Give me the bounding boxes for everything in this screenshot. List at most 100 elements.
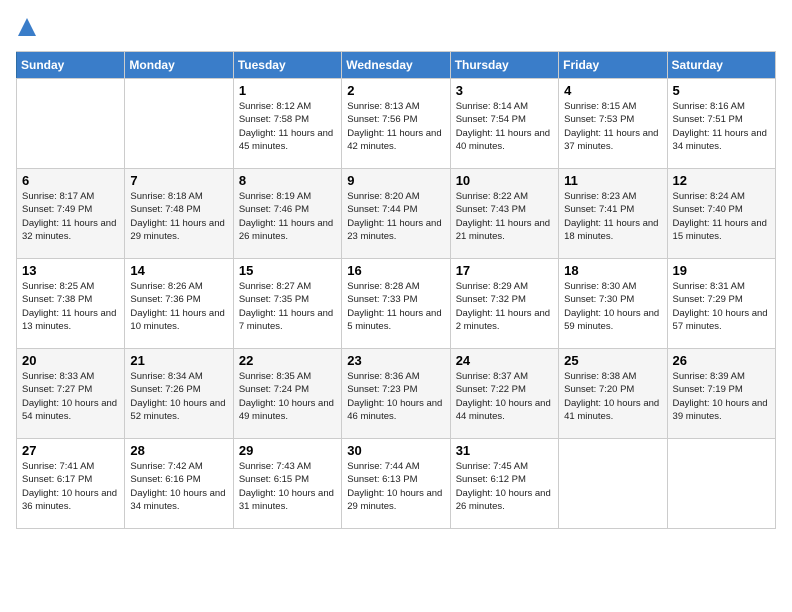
- day-number: 27: [22, 443, 119, 458]
- day-number: 13: [22, 263, 119, 278]
- day-info: Sunrise: 8:13 AM Sunset: 7:56 PM Dayligh…: [347, 100, 444, 153]
- day-info: Sunrise: 8:39 AM Sunset: 7:19 PM Dayligh…: [673, 370, 770, 423]
- logo: [16, 16, 40, 43]
- calendar-cell: 26 Sunrise: 8:39 AM Sunset: 7:19 PM Dayli…: [667, 349, 775, 439]
- calendar-week-5: 27 Sunrise: 7:41 AM Sunset: 6:17 PM Dayli…: [17, 439, 776, 529]
- calendar-week-2: 6Sunrise: 8:17 AM Sunset: 7:49 PM Daylig…: [17, 169, 776, 259]
- day-number: 7: [130, 173, 227, 188]
- calendar-cell: 6Sunrise: 8:17 AM Sunset: 7:49 PM Daylig…: [17, 169, 125, 259]
- day-number: 5: [673, 83, 770, 98]
- day-number: 28: [130, 443, 227, 458]
- day-header-thursday: Thursday: [450, 52, 558, 79]
- day-info: Sunrise: 7:45 AM Sunset: 6:12 PM Dayligh…: [456, 460, 553, 513]
- calendar-cell: 5 Sunrise: 8:16 AM Sunset: 7:51 PM Daylig…: [667, 79, 775, 169]
- day-number: 22: [239, 353, 336, 368]
- day-info: Sunrise: 8:23 AM Sunset: 7:41 PM Dayligh…: [564, 190, 661, 243]
- day-number: 9: [347, 173, 444, 188]
- calendar-cell: [667, 439, 775, 529]
- day-header-saturday: Saturday: [667, 52, 775, 79]
- day-header-wednesday: Wednesday: [342, 52, 450, 79]
- day-info: Sunrise: 8:20 AM Sunset: 7:44 PM Dayligh…: [347, 190, 444, 243]
- day-info: Sunrise: 8:14 AM Sunset: 7:54 PM Dayligh…: [456, 100, 553, 153]
- day-number: 4: [564, 83, 661, 98]
- calendar-cell: 27 Sunrise: 7:41 AM Sunset: 6:17 PM Dayli…: [17, 439, 125, 529]
- day-info: Sunrise: 8:12 AM Sunset: 7:58 PM Dayligh…: [239, 100, 336, 153]
- calendar-cell: 10Sunrise: 8:22 AM Sunset: 7:43 PM Dayli…: [450, 169, 558, 259]
- day-info: Sunrise: 7:41 AM Sunset: 6:17 PM Dayligh…: [22, 460, 119, 513]
- day-info: Sunrise: 8:27 AM Sunset: 7:35 PM Dayligh…: [239, 280, 336, 333]
- day-header-sunday: Sunday: [17, 52, 125, 79]
- calendar-cell: 29 Sunrise: 7:43 AM Sunset: 6:15 PM Dayli…: [233, 439, 341, 529]
- calendar-cell: 9 Sunrise: 8:20 AM Sunset: 7:44 PM Daylig…: [342, 169, 450, 259]
- calendar-cell: 16Sunrise: 8:28 AM Sunset: 7:33 PM Dayli…: [342, 259, 450, 349]
- day-number: 21: [130, 353, 227, 368]
- calendar-cell: 22 Sunrise: 8:35 AM Sunset: 7:24 PM Dayli…: [233, 349, 341, 439]
- day-info: Sunrise: 8:25 AM Sunset: 7:38 PM Dayligh…: [22, 280, 119, 333]
- calendar-cell: 4Sunrise: 8:15 AM Sunset: 7:53 PM Daylig…: [559, 79, 667, 169]
- day-number: 14: [130, 263, 227, 278]
- calendar-cell: 13 Sunrise: 8:25 AM Sunset: 7:38 PM Dayli…: [17, 259, 125, 349]
- day-number: 26: [673, 353, 770, 368]
- calendar-cell: 1 Sunrise: 8:12 AM Sunset: 7:58 PM Daylig…: [233, 79, 341, 169]
- day-header-friday: Friday: [559, 52, 667, 79]
- day-number: 2: [347, 83, 444, 98]
- day-info: Sunrise: 8:24 AM Sunset: 7:40 PM Dayligh…: [673, 190, 770, 243]
- header-row: SundayMondayTuesdayWednesdayThursdayFrid…: [17, 52, 776, 79]
- logo-icon: [16, 16, 38, 43]
- calendar-cell: 21 Sunrise: 8:34 AM Sunset: 7:26 PM Dayli…: [125, 349, 233, 439]
- day-number: 17: [456, 263, 553, 278]
- calendar-cell: [125, 79, 233, 169]
- day-number: 15: [239, 263, 336, 278]
- day-header-tuesday: Tuesday: [233, 52, 341, 79]
- calendar-cell: [559, 439, 667, 529]
- day-info: Sunrise: 7:43 AM Sunset: 6:15 PM Dayligh…: [239, 460, 336, 513]
- calendar-cell: 3Sunrise: 8:14 AM Sunset: 7:54 PM Daylig…: [450, 79, 558, 169]
- calendar-table: SundayMondayTuesdayWednesdayThursdayFrid…: [16, 51, 776, 529]
- calendar-cell: 2 Sunrise: 8:13 AM Sunset: 7:56 PM Daylig…: [342, 79, 450, 169]
- calendar-cell: 20 Sunrise: 8:33 AM Sunset: 7:27 PM Dayli…: [17, 349, 125, 439]
- day-number: 18: [564, 263, 661, 278]
- day-number: 12: [673, 173, 770, 188]
- calendar-week-3: 13 Sunrise: 8:25 AM Sunset: 7:38 PM Dayli…: [17, 259, 776, 349]
- day-number: 11: [564, 173, 661, 188]
- day-info: Sunrise: 8:17 AM Sunset: 7:49 PM Dayligh…: [22, 190, 119, 243]
- day-number: 23: [347, 353, 444, 368]
- calendar-cell: 23 Sunrise: 8:36 AM Sunset: 7:23 PM Dayli…: [342, 349, 450, 439]
- day-info: Sunrise: 7:42 AM Sunset: 6:16 PM Dayligh…: [130, 460, 227, 513]
- calendar-cell: 18 Sunrise: 8:30 AM Sunset: 7:30 PM Dayli…: [559, 259, 667, 349]
- calendar-cell: 24Sunrise: 8:37 AM Sunset: 7:22 PM Dayli…: [450, 349, 558, 439]
- day-info: Sunrise: 8:26 AM Sunset: 7:36 PM Dayligh…: [130, 280, 227, 333]
- day-number: 16: [347, 263, 444, 278]
- calendar-cell: 12 Sunrise: 8:24 AM Sunset: 7:40 PM Dayli…: [667, 169, 775, 259]
- day-number: 20: [22, 353, 119, 368]
- day-number: 25: [564, 353, 661, 368]
- calendar-cell: 30Sunrise: 7:44 AM Sunset: 6:13 PM Dayli…: [342, 439, 450, 529]
- calendar-cell: 17 Sunrise: 8:29 AM Sunset: 7:32 PM Dayli…: [450, 259, 558, 349]
- day-info: Sunrise: 8:31 AM Sunset: 7:29 PM Dayligh…: [673, 280, 770, 333]
- day-info: Sunrise: 8:16 AM Sunset: 7:51 PM Dayligh…: [673, 100, 770, 153]
- day-info: Sunrise: 8:30 AM Sunset: 7:30 PM Dayligh…: [564, 280, 661, 333]
- day-info: Sunrise: 8:33 AM Sunset: 7:27 PM Dayligh…: [22, 370, 119, 423]
- calendar-cell: 7 Sunrise: 8:18 AM Sunset: 7:48 PM Daylig…: [125, 169, 233, 259]
- calendar-cell: 28 Sunrise: 7:42 AM Sunset: 6:16 PM Dayli…: [125, 439, 233, 529]
- day-number: 29: [239, 443, 336, 458]
- day-info: Sunrise: 8:35 AM Sunset: 7:24 PM Dayligh…: [239, 370, 336, 423]
- day-info: Sunrise: 8:18 AM Sunset: 7:48 PM Dayligh…: [130, 190, 227, 243]
- page-header: [16, 16, 776, 43]
- day-info: Sunrise: 7:44 AM Sunset: 6:13 PM Dayligh…: [347, 460, 444, 513]
- calendar-cell: 15 Sunrise: 8:27 AM Sunset: 7:35 PM Dayli…: [233, 259, 341, 349]
- calendar-cell: 19 Sunrise: 8:31 AM Sunset: 7:29 PM Dayli…: [667, 259, 775, 349]
- calendar-cell: 31Sunrise: 7:45 AM Sunset: 6:12 PM Dayli…: [450, 439, 558, 529]
- calendar-cell: 14 Sunrise: 8:26 AM Sunset: 7:36 PM Dayli…: [125, 259, 233, 349]
- calendar-cell: 25Sunrise: 8:38 AM Sunset: 7:20 PM Dayli…: [559, 349, 667, 439]
- day-number: 24: [456, 353, 553, 368]
- day-info: Sunrise: 8:36 AM Sunset: 7:23 PM Dayligh…: [347, 370, 444, 423]
- day-number: 8: [239, 173, 336, 188]
- calendar-week-4: 20 Sunrise: 8:33 AM Sunset: 7:27 PM Dayli…: [17, 349, 776, 439]
- day-number: 1: [239, 83, 336, 98]
- day-info: Sunrise: 8:29 AM Sunset: 7:32 PM Dayligh…: [456, 280, 553, 333]
- calendar-cell: 8Sunrise: 8:19 AM Sunset: 7:46 PM Daylig…: [233, 169, 341, 259]
- day-info: Sunrise: 8:34 AM Sunset: 7:26 PM Dayligh…: [130, 370, 227, 423]
- day-number: 19: [673, 263, 770, 278]
- calendar-cell: [17, 79, 125, 169]
